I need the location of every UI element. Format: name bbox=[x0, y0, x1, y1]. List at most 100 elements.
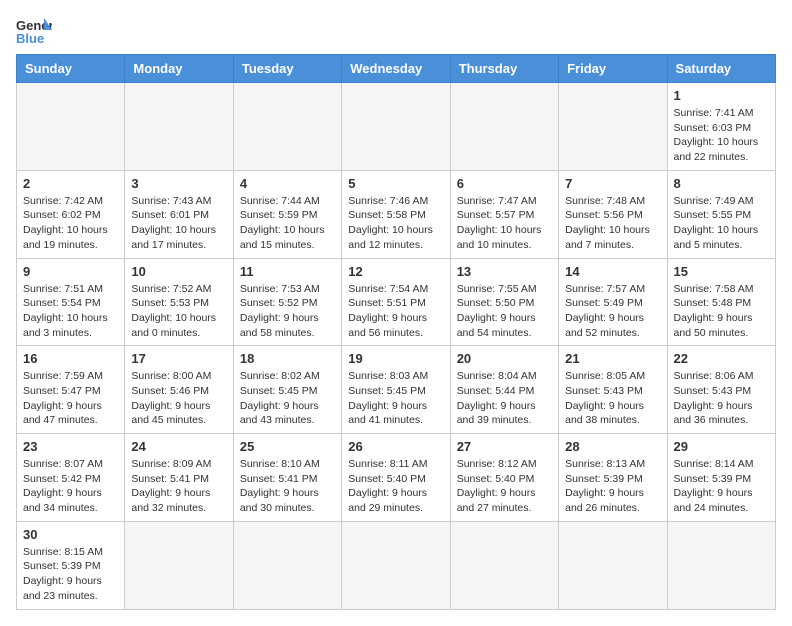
calendar-day-cell: 5 Sunrise: 7:46 AM Sunset: 5:58 PM Daylig… bbox=[342, 170, 450, 258]
day-info: Sunrise: 7:57 AM Sunset: 5:49 PM Dayligh… bbox=[565, 282, 660, 341]
calendar-day-cell bbox=[233, 521, 341, 609]
day-number: 21 bbox=[565, 351, 660, 366]
day-info: Sunrise: 8:12 AM Sunset: 5:40 PM Dayligh… bbox=[457, 457, 552, 516]
calendar-day-cell: 21 Sunrise: 8:05 AM Sunset: 5:43 PM Dayli… bbox=[559, 346, 667, 434]
calendar-day-cell: 4 Sunrise: 7:44 AM Sunset: 5:59 PM Daylig… bbox=[233, 170, 341, 258]
day-info: Sunrise: 7:46 AM Sunset: 5:58 PM Dayligh… bbox=[348, 194, 443, 253]
generalblue-logo-icon: General Blue bbox=[16, 16, 52, 46]
calendar-day-cell: 13 Sunrise: 7:55 AM Sunset: 5:50 PM Dayli… bbox=[450, 258, 558, 346]
calendar-day-cell: 16Sunrise: 7:59 AM Sunset: 5:47 PM Dayli… bbox=[17, 346, 125, 434]
day-info: Sunrise: 8:15 AM Sunset: 5:39 PM Dayligh… bbox=[23, 545, 118, 604]
day-info: Sunrise: 8:11 AM Sunset: 5:40 PM Dayligh… bbox=[348, 457, 443, 516]
logo: General Blue bbox=[16, 16, 52, 46]
day-number: 4 bbox=[240, 176, 335, 191]
column-header-saturday: Saturday bbox=[667, 55, 775, 83]
calendar-day-cell bbox=[559, 521, 667, 609]
day-number: 8 bbox=[674, 176, 769, 191]
day-number: 23 bbox=[23, 439, 118, 454]
calendar-day-cell bbox=[342, 521, 450, 609]
day-number: 3 bbox=[131, 176, 226, 191]
calendar-day-cell: 26 Sunrise: 8:11 AM Sunset: 5:40 PM Dayli… bbox=[342, 434, 450, 522]
day-info: Sunrise: 7:48 AM Sunset: 5:56 PM Dayligh… bbox=[565, 194, 660, 253]
day-number: 22 bbox=[674, 351, 769, 366]
column-header-wednesday: Wednesday bbox=[342, 55, 450, 83]
calendar-day-cell: 7 Sunrise: 7:48 AM Sunset: 5:56 PM Daylig… bbox=[559, 170, 667, 258]
calendar-day-cell: 27 Sunrise: 8:12 AM Sunset: 5:40 PM Dayli… bbox=[450, 434, 558, 522]
day-number: 2 bbox=[23, 176, 118, 191]
day-info: Sunrise: 7:55 AM Sunset: 5:50 PM Dayligh… bbox=[457, 282, 552, 341]
calendar-day-cell bbox=[667, 521, 775, 609]
day-info: Sunrise: 8:00 AM Sunset: 5:46 PM Dayligh… bbox=[131, 369, 226, 428]
column-header-sunday: Sunday bbox=[17, 55, 125, 83]
day-info: Sunrise: 7:59 AM Sunset: 5:47 PM Dayligh… bbox=[23, 369, 118, 428]
day-info: Sunrise: 8:13 AM Sunset: 5:39 PM Dayligh… bbox=[565, 457, 660, 516]
calendar-table: SundayMondayTuesdayWednesdayThursdayFrid… bbox=[16, 54, 776, 610]
day-number: 6 bbox=[457, 176, 552, 191]
day-number: 24 bbox=[131, 439, 226, 454]
day-info: Sunrise: 7:42 AM Sunset: 6:02 PM Dayligh… bbox=[23, 194, 118, 253]
calendar-day-cell: 30Sunrise: 8:15 AM Sunset: 5:39 PM Dayli… bbox=[17, 521, 125, 609]
day-number: 1 bbox=[674, 88, 769, 103]
day-number: 19 bbox=[348, 351, 443, 366]
day-info: Sunrise: 8:06 AM Sunset: 5:43 PM Dayligh… bbox=[674, 369, 769, 428]
day-info: Sunrise: 7:49 AM Sunset: 5:55 PM Dayligh… bbox=[674, 194, 769, 253]
page-header: General Blue bbox=[16, 16, 776, 46]
calendar-week-row: 30Sunrise: 8:15 AM Sunset: 5:39 PM Dayli… bbox=[17, 521, 776, 609]
calendar-day-cell: 22 Sunrise: 8:06 AM Sunset: 5:43 PM Dayli… bbox=[667, 346, 775, 434]
day-info: Sunrise: 7:44 AM Sunset: 5:59 PM Dayligh… bbox=[240, 194, 335, 253]
calendar-day-cell: 25 Sunrise: 8:10 AM Sunset: 5:41 PM Dayli… bbox=[233, 434, 341, 522]
day-number: 9 bbox=[23, 264, 118, 279]
calendar-day-cell bbox=[559, 83, 667, 171]
calendar-day-cell bbox=[233, 83, 341, 171]
calendar-day-cell: 17 Sunrise: 8:00 AM Sunset: 5:46 PM Dayli… bbox=[125, 346, 233, 434]
day-info: Sunrise: 8:07 AM Sunset: 5:42 PM Dayligh… bbox=[23, 457, 118, 516]
day-info: Sunrise: 7:51 AM Sunset: 5:54 PM Dayligh… bbox=[23, 282, 118, 341]
calendar-day-cell: 1 Sunrise: 7:41 AM Sunset: 6:03 PM Daylig… bbox=[667, 83, 775, 171]
calendar-day-cell: 6Sunrise: 7:47 AM Sunset: 5:57 PM Daylig… bbox=[450, 170, 558, 258]
day-number: 7 bbox=[565, 176, 660, 191]
calendar-week-row: 1 Sunrise: 7:41 AM Sunset: 6:03 PM Daylig… bbox=[17, 83, 776, 171]
day-info: Sunrise: 7:58 AM Sunset: 5:48 PM Dayligh… bbox=[674, 282, 769, 341]
day-number: 10 bbox=[131, 264, 226, 279]
svg-text:Blue: Blue bbox=[16, 31, 44, 46]
calendar-day-cell: 15 Sunrise: 7:58 AM Sunset: 5:48 PM Dayli… bbox=[667, 258, 775, 346]
day-info: Sunrise: 8:03 AM Sunset: 5:45 PM Dayligh… bbox=[348, 369, 443, 428]
day-number: 25 bbox=[240, 439, 335, 454]
calendar-day-cell: 9 Sunrise: 7:51 AM Sunset: 5:54 PM Daylig… bbox=[17, 258, 125, 346]
day-number: 17 bbox=[131, 351, 226, 366]
calendar-week-row: 16Sunrise: 7:59 AM Sunset: 5:47 PM Dayli… bbox=[17, 346, 776, 434]
day-number: 15 bbox=[674, 264, 769, 279]
calendar-day-cell: 29Sunrise: 8:14 AM Sunset: 5:39 PM Dayli… bbox=[667, 434, 775, 522]
day-info: Sunrise: 7:41 AM Sunset: 6:03 PM Dayligh… bbox=[674, 106, 769, 165]
calendar-day-cell: 23 Sunrise: 8:07 AM Sunset: 5:42 PM Dayli… bbox=[17, 434, 125, 522]
calendar-day-cell: 11Sunrise: 7:53 AM Sunset: 5:52 PM Dayli… bbox=[233, 258, 341, 346]
day-info: Sunrise: 8:09 AM Sunset: 5:41 PM Dayligh… bbox=[131, 457, 226, 516]
day-number: 26 bbox=[348, 439, 443, 454]
day-info: Sunrise: 8:05 AM Sunset: 5:43 PM Dayligh… bbox=[565, 369, 660, 428]
calendar-day-cell bbox=[125, 521, 233, 609]
day-number: 29 bbox=[674, 439, 769, 454]
calendar-day-cell bbox=[450, 83, 558, 171]
day-number: 27 bbox=[457, 439, 552, 454]
calendar-day-cell: 18Sunrise: 8:02 AM Sunset: 5:45 PM Dayli… bbox=[233, 346, 341, 434]
day-info: Sunrise: 8:10 AM Sunset: 5:41 PM Dayligh… bbox=[240, 457, 335, 516]
column-header-thursday: Thursday bbox=[450, 55, 558, 83]
day-info: Sunrise: 8:04 AM Sunset: 5:44 PM Dayligh… bbox=[457, 369, 552, 428]
calendar-week-row: 23 Sunrise: 8:07 AM Sunset: 5:42 PM Dayli… bbox=[17, 434, 776, 522]
day-info: Sunrise: 8:02 AM Sunset: 5:45 PM Dayligh… bbox=[240, 369, 335, 428]
day-info: Sunrise: 7:43 AM Sunset: 6:01 PM Dayligh… bbox=[131, 194, 226, 253]
day-number: 11 bbox=[240, 264, 335, 279]
day-info: Sunrise: 7:54 AM Sunset: 5:51 PM Dayligh… bbox=[348, 282, 443, 341]
calendar-day-cell: 20 Sunrise: 8:04 AM Sunset: 5:44 PM Dayli… bbox=[450, 346, 558, 434]
calendar-header-row: SundayMondayTuesdayWednesdayThursdayFrid… bbox=[17, 55, 776, 83]
calendar-week-row: 2 Sunrise: 7:42 AM Sunset: 6:02 PM Daylig… bbox=[17, 170, 776, 258]
column-header-friday: Friday bbox=[559, 55, 667, 83]
calendar-day-cell: 8 Sunrise: 7:49 AM Sunset: 5:55 PM Daylig… bbox=[667, 170, 775, 258]
day-number: 5 bbox=[348, 176, 443, 191]
day-number: 12 bbox=[348, 264, 443, 279]
calendar-day-cell: 10Sunrise: 7:52 AM Sunset: 5:53 PM Dayli… bbox=[125, 258, 233, 346]
calendar-day-cell: 14Sunrise: 7:57 AM Sunset: 5:49 PM Dayli… bbox=[559, 258, 667, 346]
day-number: 13 bbox=[457, 264, 552, 279]
calendar-week-row: 9 Sunrise: 7:51 AM Sunset: 5:54 PM Daylig… bbox=[17, 258, 776, 346]
day-number: 20 bbox=[457, 351, 552, 366]
